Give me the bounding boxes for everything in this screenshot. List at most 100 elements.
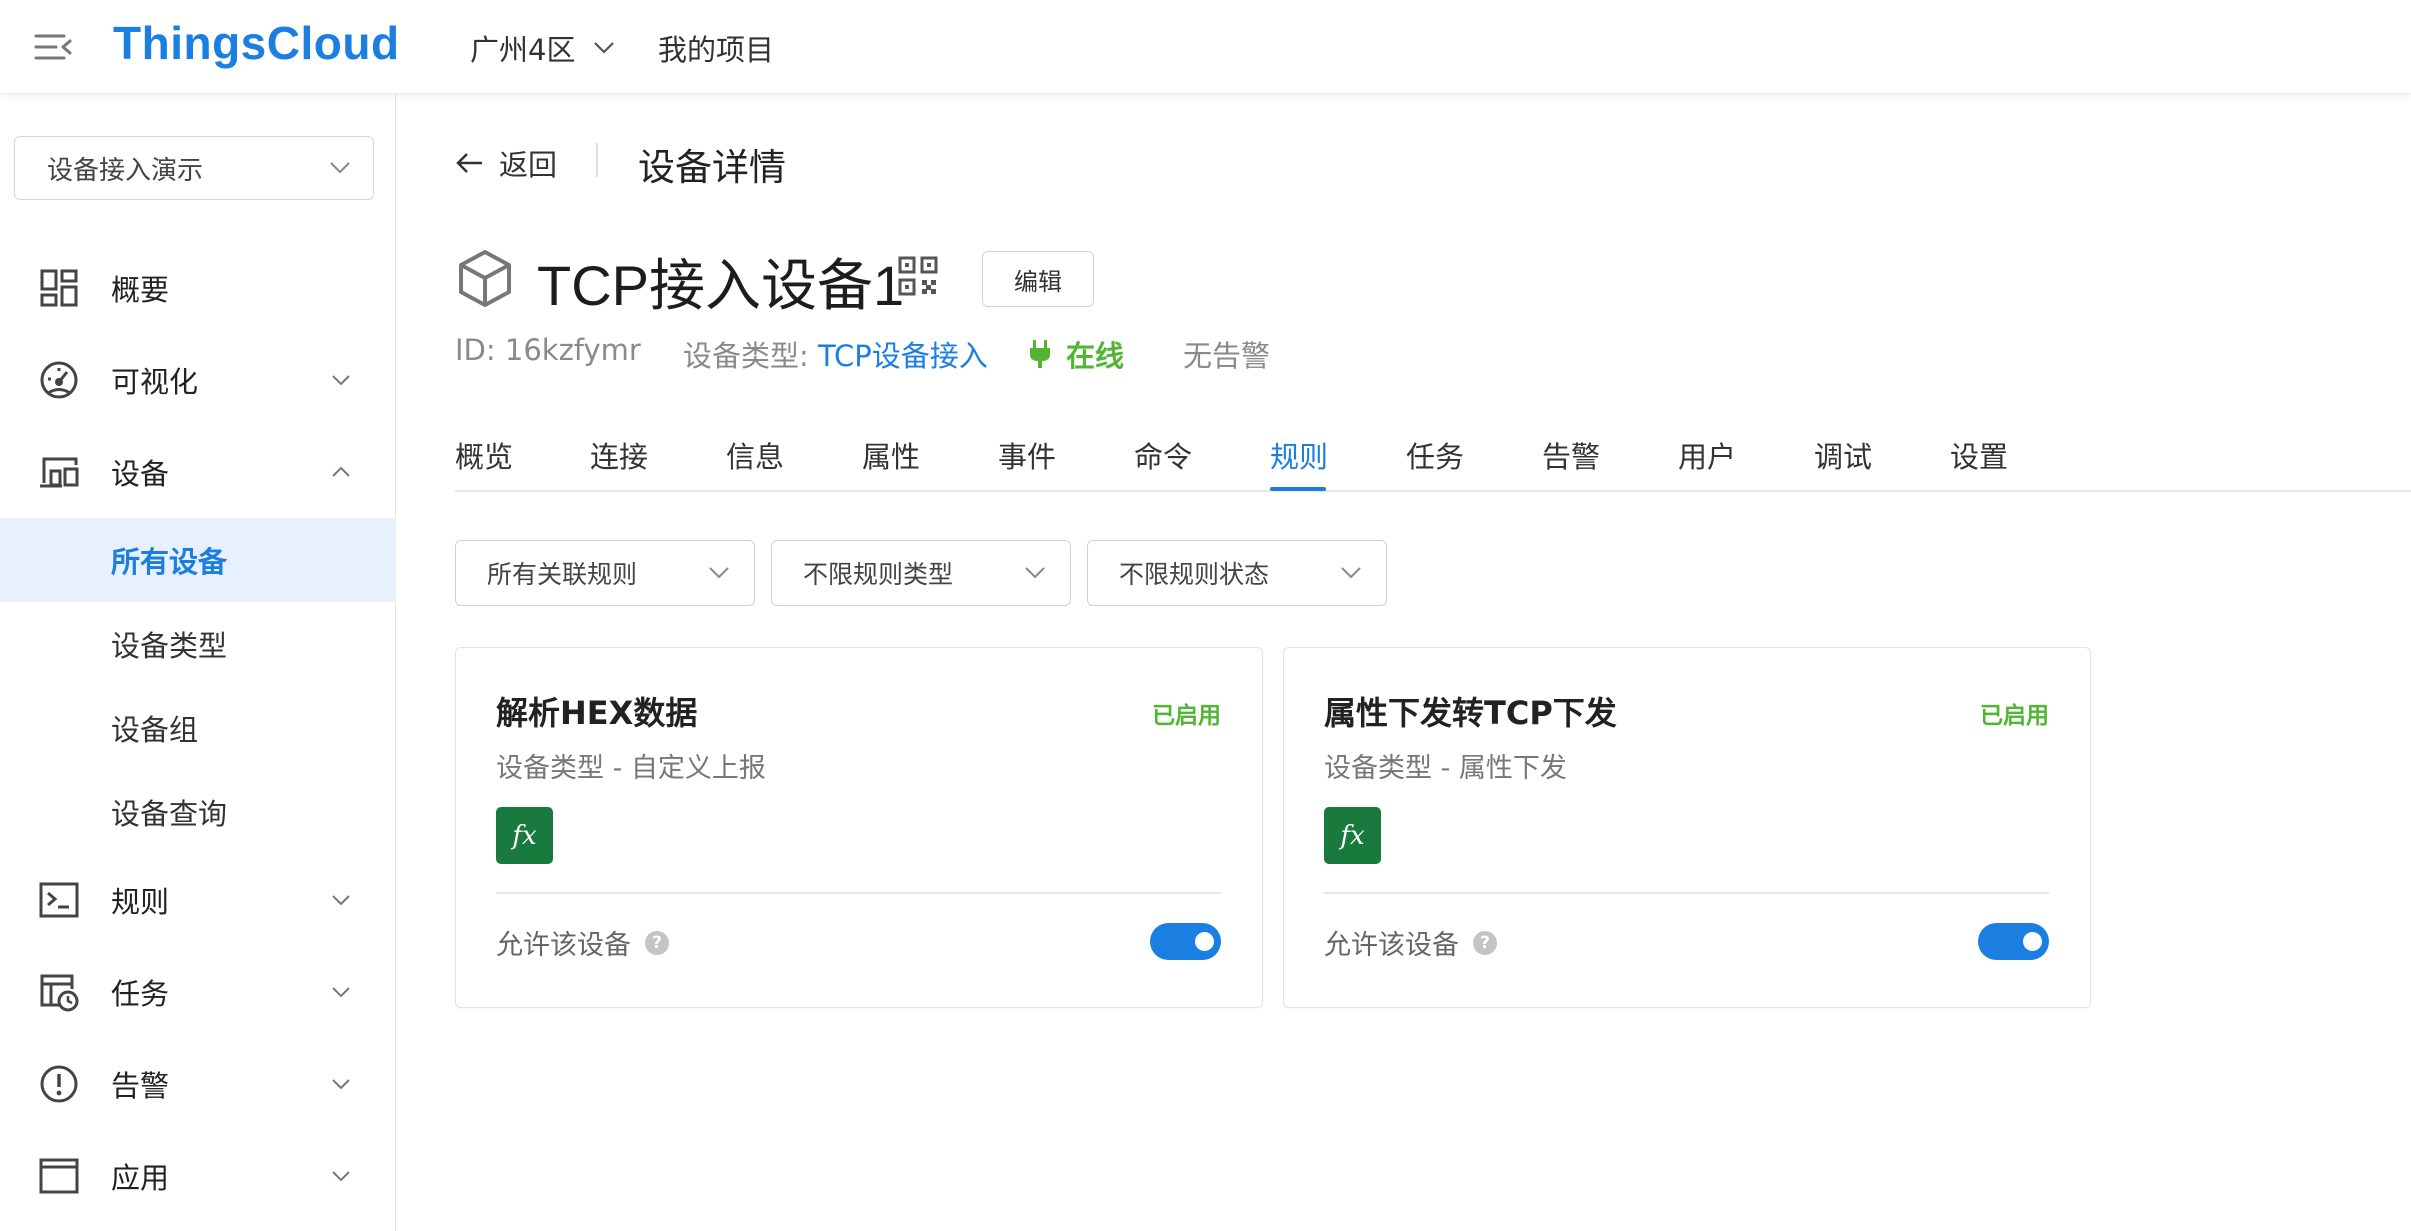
- allow-device-label: 允许该设备: [1324, 930, 1459, 961]
- dashboard-grid-icon: [40, 269, 78, 307]
- sidebar-item-rules[interactable]: 规则: [0, 858, 396, 942]
- sidebar-item-tasks[interactable]: 任务: [0, 950, 396, 1034]
- function-icon: fx: [496, 807, 553, 864]
- top-bar: ThingsCloud 广州4区 我的项目: [0, 0, 2411, 94]
- filter-value: 不限规则状态: [1119, 560, 1270, 589]
- chevron-down-icon: [332, 1079, 350, 1090]
- menu-collapse-icon[interactable]: [34, 32, 74, 62]
- sidebar-subitem-device-query[interactable]: 设备查询: [0, 770, 396, 854]
- terminal-icon: [39, 882, 79, 918]
- device-id: ID: 16kzfymr: [455, 333, 641, 367]
- tab-connection[interactable]: 连接: [590, 434, 648, 476]
- device-type-label: 设备类型:: [683, 339, 818, 373]
- device-type-link[interactable]: TCP设备接入: [818, 339, 988, 373]
- sidebar-item-label: 可视化: [111, 365, 199, 399]
- rule-card[interactable]: 属性下发转TCP下发 已启用 设备类型 - 属性下发 fx 允许该设备 ?: [1283, 647, 2091, 1008]
- tab-info[interactable]: 信息: [726, 434, 784, 476]
- active-tab-indicator: [1270, 487, 1326, 491]
- device-name: TCP接入设备1: [537, 254, 905, 317]
- arrow-left-icon: [456, 153, 482, 173]
- devices-icon: [40, 457, 79, 488]
- allow-device-toggle[interactable]: [1978, 923, 2049, 960]
- sidebar-subitem-label: 所有设备: [111, 545, 228, 579]
- allow-device-toggle[interactable]: [1150, 923, 1221, 960]
- sidebar-subitem-all-devices[interactable]: 所有设备: [0, 518, 396, 602]
- region-selector[interactable]: 广州4区: [470, 27, 615, 69]
- tab-alarms[interactable]: 告警: [1542, 434, 1600, 476]
- gauge-icon: [40, 361, 78, 399]
- allow-device-row: 允许该设备 ?: [496, 923, 669, 962]
- chevron-down-icon: [709, 567, 729, 579]
- help-icon[interactable]: ?: [645, 930, 669, 955]
- rule-status-badge: 已启用: [1152, 703, 1221, 729]
- tab-users[interactable]: 用户: [1678, 434, 1736, 476]
- rule-card[interactable]: 解析HEX数据 已启用 设备类型 - 自定义上报 fx 允许该设备 ?: [455, 647, 1263, 1008]
- tab-settings[interactable]: 设置: [1950, 434, 2008, 476]
- filter-associated-rules[interactable]: 所有关联规则: [455, 540, 755, 606]
- rule-subtitle: 设备类型 - 自定义上报: [496, 753, 766, 784]
- sidebar-item-apps[interactable]: 应用: [0, 1134, 396, 1218]
- chevron-down-icon: [332, 1171, 350, 1182]
- project-select[interactable]: 设备接入演示: [14, 136, 374, 200]
- chevron-down-icon: [1025, 567, 1045, 579]
- back-button[interactable]: 返回: [455, 142, 557, 184]
- sidebar-item-label: 任务: [111, 977, 170, 1011]
- project-select-value: 设备接入演示: [47, 155, 204, 186]
- rule-status-badge: 已启用: [1980, 703, 2049, 729]
- function-icon: fx: [1324, 807, 1381, 864]
- allow-device-row: 允许该设备 ?: [1324, 923, 1497, 962]
- rule-title: 属性下发转TCP下发: [1324, 694, 1617, 732]
- filter-value: 不限规则类型: [803, 560, 954, 589]
- sidebar-item-alarms[interactable]: 告警: [0, 1042, 396, 1126]
- header-divider: [596, 143, 598, 177]
- sidebar-subitem-label: 设备组: [111, 713, 199, 747]
- tab-attributes[interactable]: 属性: [862, 434, 920, 476]
- tab-debug[interactable]: 调试: [1814, 434, 1872, 476]
- chevron-down-icon: [594, 42, 615, 54]
- chevron-down-icon: [330, 162, 350, 174]
- chevron-down-icon: [1341, 567, 1361, 579]
- region-label: 广州4区: [470, 33, 576, 67]
- sidebar-subitem-device-groups[interactable]: 设备组: [0, 686, 396, 770]
- sidebar-item-label: 应用: [111, 1161, 170, 1195]
- alarm-status: 无告警: [1183, 339, 1271, 373]
- chevron-up-icon: [332, 466, 350, 477]
- sidebar-item-devices[interactable]: 设备: [0, 430, 396, 514]
- sidebar-subitem-device-types[interactable]: 设备类型: [0, 602, 396, 686]
- app-window-icon: [39, 1158, 79, 1194]
- online-status-label: 在线: [1066, 339, 1125, 373]
- brand-logo[interactable]: ThingsCloud: [113, 16, 400, 70]
- online-status: 在线: [1028, 333, 1124, 375]
- my-projects-link[interactable]: 我的项目: [658, 27, 774, 69]
- tab-events[interactable]: 事件: [998, 434, 1056, 476]
- filter-rule-type[interactable]: 不限规则类型: [771, 540, 1071, 606]
- filter-value: 所有关联规则: [487, 560, 638, 589]
- chevron-down-icon: [332, 375, 350, 386]
- tab-rules[interactable]: 规则: [1270, 434, 1328, 476]
- sidebar-item-label: 告警: [111, 1069, 170, 1103]
- sidebar-item-label: 设备: [111, 457, 170, 491]
- help-icon[interactable]: ?: [1473, 930, 1497, 955]
- sidebar-item-overview[interactable]: 概要: [0, 246, 396, 330]
- sidebar: 设备接入演示 概要 可视化 设备 所有设备 设备类型 设备组 设备查询 规则 任…: [0, 94, 396, 1231]
- sidebar-item-visualization[interactable]: 可视化: [0, 338, 396, 422]
- qr-code-icon[interactable]: [898, 256, 938, 296]
- task-clock-icon: [40, 974, 79, 1012]
- sidebar-subitem-label: 设备类型: [111, 629, 228, 663]
- card-divider: [1324, 892, 2049, 894]
- page-title: 设备详情: [638, 146, 786, 189]
- sidebar-item-label: 概要: [111, 273, 170, 307]
- cube-icon: [459, 250, 511, 307]
- device-tabs: 概览 连接 信息 属性 事件 命令 规则 任务 告警 用户 调试 设置: [455, 420, 2411, 492]
- tab-commands[interactable]: 命令: [1134, 434, 1192, 476]
- filter-rule-status[interactable]: 不限规则状态: [1087, 540, 1387, 606]
- sidebar-subitem-label: 设备查询: [111, 797, 228, 831]
- allow-device-label: 允许该设备: [496, 930, 631, 961]
- rule-subtitle: 设备类型 - 属性下发: [1324, 753, 1567, 784]
- edit-button[interactable]: 编辑: [982, 251, 1094, 307]
- tab-overview[interactable]: 概览: [455, 434, 513, 476]
- tab-tasks[interactable]: 任务: [1406, 434, 1464, 476]
- card-divider: [496, 892, 1221, 894]
- plug-icon: [1030, 340, 1050, 368]
- chevron-down-icon: [332, 895, 350, 906]
